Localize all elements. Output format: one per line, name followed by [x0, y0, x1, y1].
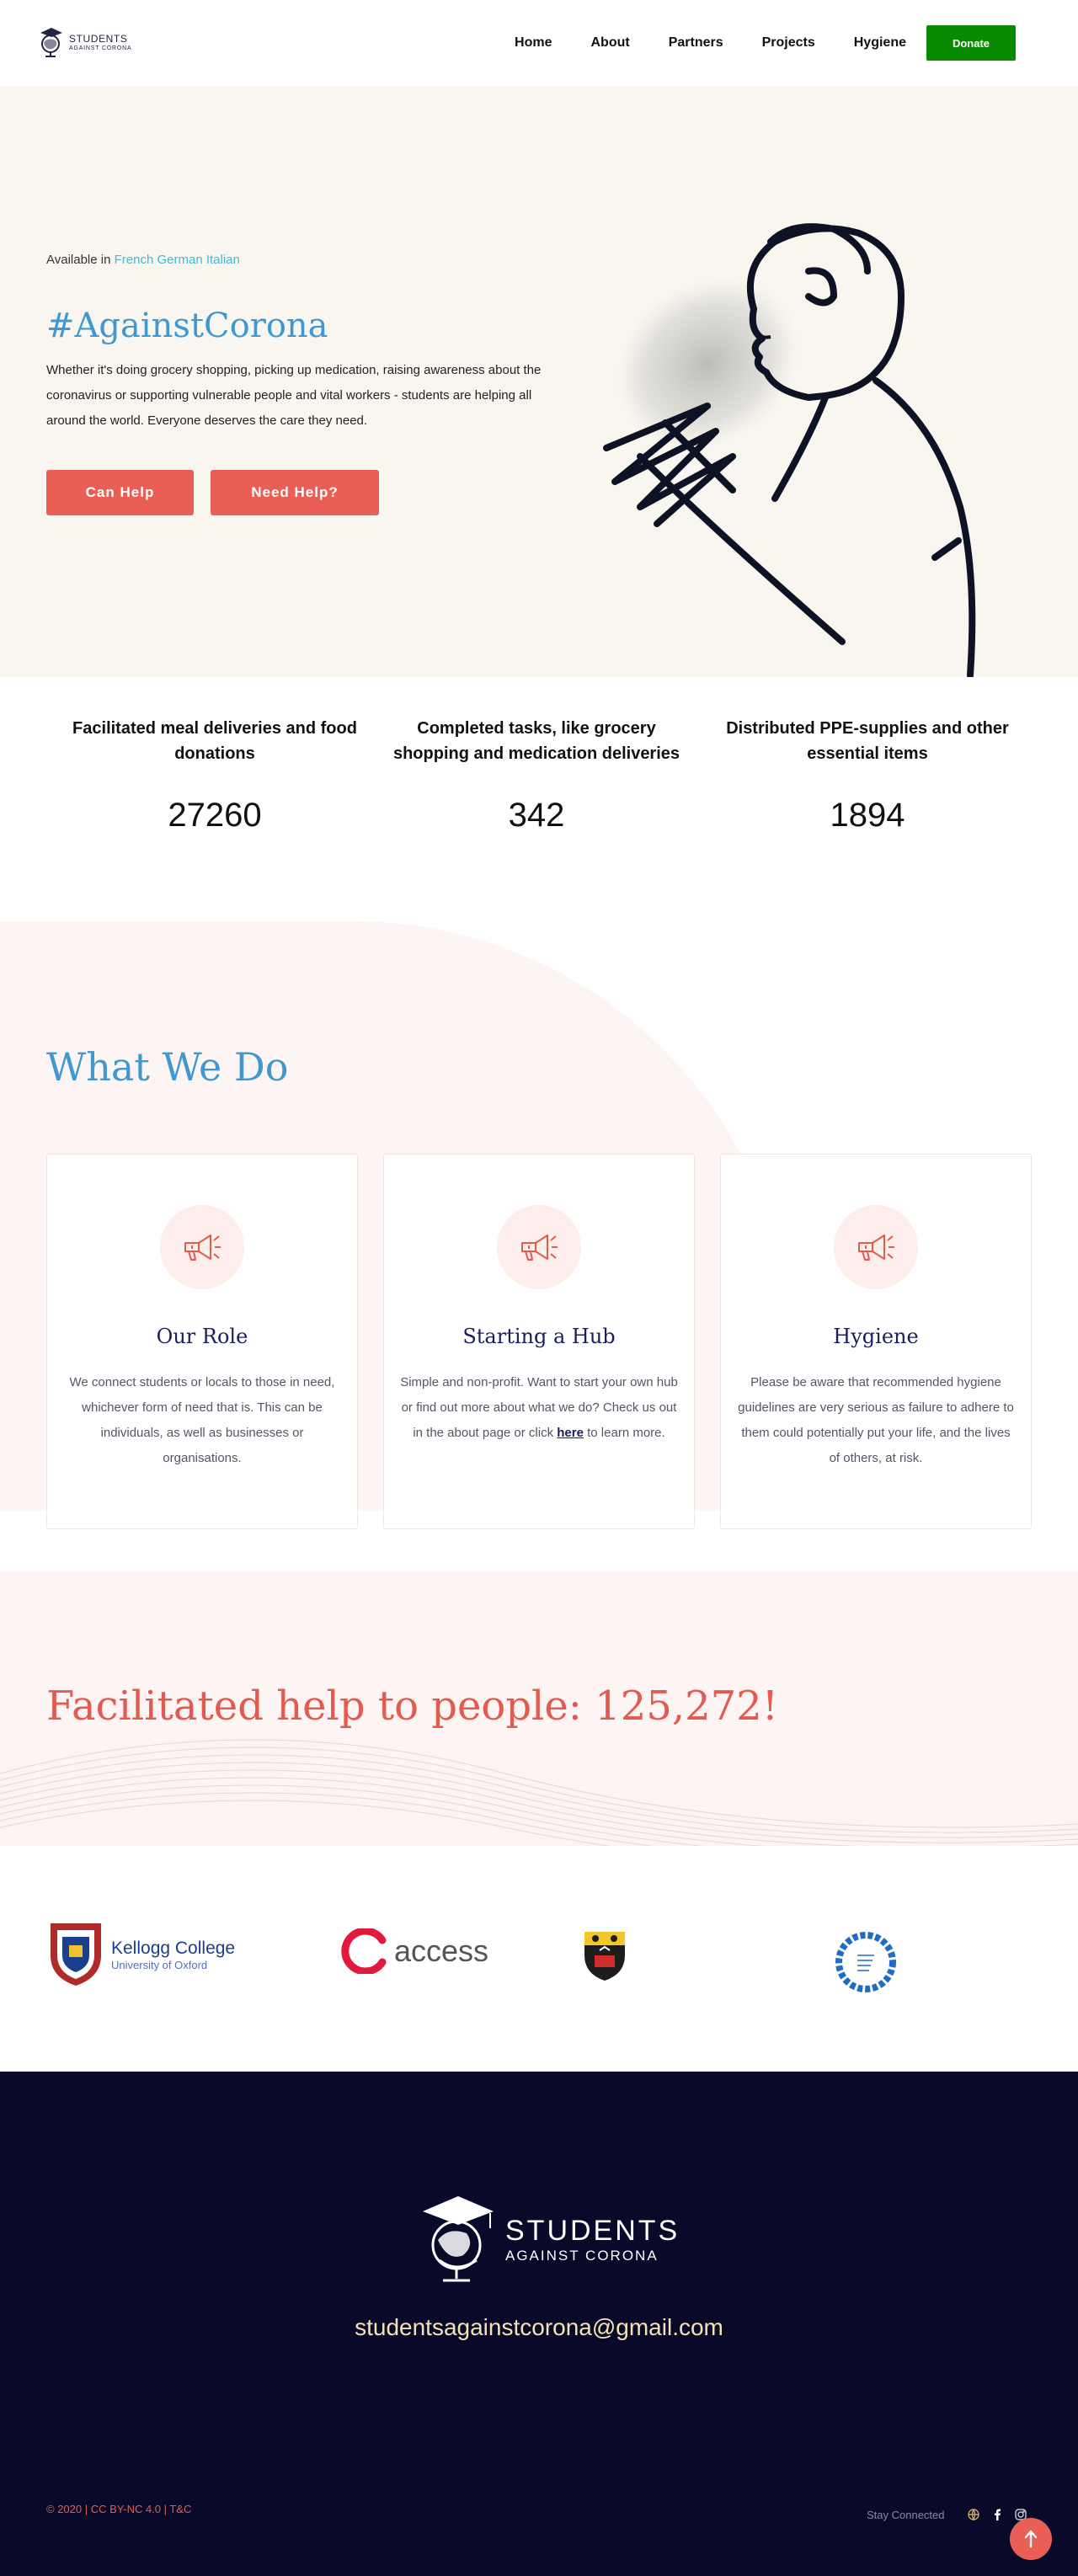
hero-buttons: Can Help Need Help? — [46, 470, 379, 515]
card-text: Simple and non-profit. Want to start you… — [400, 1370, 678, 1446]
megaphone-icon — [834, 1205, 918, 1289]
nav-projects[interactable]: Projects — [762, 25, 815, 61]
what-we-do-title: What We Do — [46, 1044, 289, 1090]
available-prefix: Available in — [46, 253, 111, 267]
partner-access[interactable]: access — [339, 1928, 488, 1974]
site-header: STUDENTS AGAINST CORONA Home About Partn… — [0, 0, 1078, 86]
can-help-button[interactable]: Can Help — [46, 470, 194, 515]
stat-label: Facilitated meal deliveries and food don… — [72, 719, 357, 763]
main-nav: Home About Partners Projects Hygiene Don… — [515, 25, 1016, 61]
card-hygiene: Hygiene Please be aware that recommended… — [720, 1154, 1032, 1529]
college-crest-icon — [584, 1932, 625, 1981]
megaphone-icon — [497, 1205, 581, 1289]
stat-meals: Facilitated meal deliveries and food don… — [59, 716, 371, 835]
card-title: Starting a Hub — [462, 1325, 616, 1348]
kellogg-shield-icon — [51, 1923, 101, 1986]
footer-logo-line2: AGAINST CORONA — [505, 2247, 659, 2264]
stat-value: 27260 — [168, 797, 262, 834]
access-ring-icon — [341, 1928, 387, 1974]
globe-graduate-logo-icon — [423, 2196, 494, 2282]
back-to-top-button[interactable] — [1010, 2518, 1052, 2560]
stat-label: Completed tasks, like grocery shopping a… — [392, 719, 680, 763]
logo-line1: STUDENTS — [69, 32, 128, 45]
logo-line2: AGAINST CORONA — [69, 45, 132, 51]
globe-graduate-logo-icon — [40, 28, 62, 57]
arrow-up-icon — [1024, 2530, 1038, 2548]
partner-kellogg-college[interactable]: Kellogg College University of Oxford — [49, 1922, 235, 1987]
card-our-role: Our Role We connect students or locals t… — [46, 1154, 358, 1529]
site-logo[interactable]: STUDENTS AGAINST CORONA — [37, 25, 131, 59]
kellogg-name: Kellogg College — [111, 1938, 236, 1958]
card-title: Our Role — [156, 1325, 248, 1348]
footer-email-link[interactable]: studentsagainstcorona@gmail.com — [0, 2314, 1078, 2341]
nav-home[interactable]: Home — [515, 25, 552, 61]
nav-hygiene[interactable]: Hygiene — [854, 25, 906, 61]
stat-tasks: Completed tasks, like grocery shopping a… — [381, 716, 692, 835]
card-text: We connect students or locals to those i… — [69, 1375, 335, 1465]
stat-value: 1894 — [830, 797, 905, 834]
person-coughing-illustration — [603, 223, 976, 679]
footer-social-links — [967, 2508, 1027, 2521]
need-help-button[interactable]: Need Help? — [211, 470, 379, 515]
footer-logo[interactable]: STUDENTS AGAINST CORONA — [418, 2195, 680, 2284]
card-text: Please be aware that recommended hygiene… — [738, 1375, 1014, 1465]
megaphone-icon — [160, 1205, 244, 1289]
hero-description: Whether it's doing grocery shopping, pic… — [46, 363, 542, 428]
nav-about[interactable]: About — [590, 25, 629, 61]
hero-section: Available in French German Italian #Agai… — [0, 86, 1078, 679]
here-link[interactable]: here — [557, 1426, 584, 1440]
access-name: access — [394, 1933, 489, 1968]
circular-partner-logo-icon — [835, 1932, 896, 1992]
nav-partners[interactable]: Partners — [669, 25, 723, 61]
card-title: Hygiene — [833, 1325, 919, 1348]
language-links[interactable]: French German Italian — [115, 253, 240, 267]
footer-logo-line1: STUDENTS — [505, 2214, 680, 2247]
kellogg-sub: University of Oxford — [111, 1958, 208, 1971]
stat-ppe: Distributed PPE-supplies and other essen… — [712, 716, 1023, 835]
stat-value: 342 — [508, 797, 565, 834]
card-text-after: to learn more. — [587, 1426, 665, 1440]
donate-button[interactable]: Donate — [926, 25, 1016, 61]
globe-icon[interactable] — [967, 2508, 980, 2521]
stat-label: Distributed PPE-supplies and other essen… — [726, 719, 1009, 763]
helped-counter-title: Facilitated help to people: 125,272! — [46, 1683, 779, 1730]
partner-crest[interactable] — [583, 1930, 627, 1987]
facebook-icon[interactable] — [990, 2508, 1004, 2521]
hero-title: #AgainstCorona — [46, 307, 328, 345]
language-availability: Available in French German Italian — [46, 253, 240, 267]
stay-connected-label: Stay Connected — [867, 2509, 945, 2521]
partner-global-blue[interactable] — [834, 1930, 898, 1998]
card-starting-hub: Starting a Hub Simple and non-profit. Wa… — [383, 1154, 695, 1529]
footer-copyright[interactable]: © 2020 | CC BY-NC 4.0 | T&C — [46, 2503, 191, 2515]
